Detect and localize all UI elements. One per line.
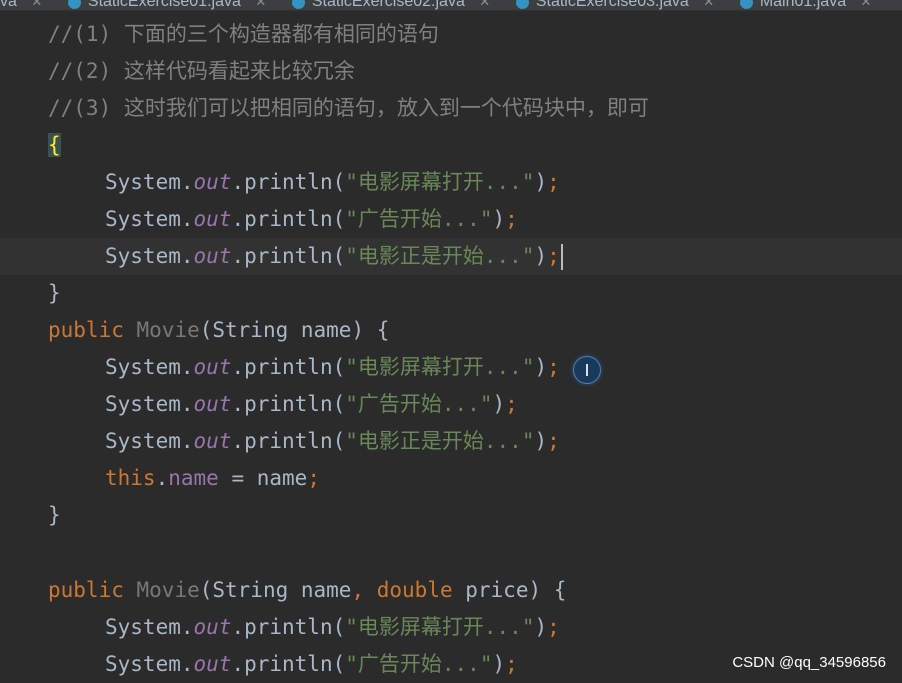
code-string: "广告开始..." [345, 652, 493, 676]
code-string: "电影屏幕打开..." [345, 170, 535, 194]
code-token: System. [105, 652, 194, 676]
matched-brace: { [48, 133, 61, 157]
code-line[interactable]: //(3) 这时我们可以把相同的语句，放入到一个代码块中，即可 [0, 90, 902, 127]
code-token: out [193, 170, 232, 194]
code-token: System. [105, 392, 194, 416]
code-line[interactable]: System.out.println("电影屏幕打开..."); [0, 349, 902, 386]
code-keyword: public [48, 318, 124, 342]
watermark: CSDN @qq_34596856 [732, 654, 886, 671]
code-token: System. [105, 244, 194, 268]
code-token: System. [105, 170, 194, 194]
code-token: ; [547, 429, 560, 453]
code-comment: //(1) 下面的三个构造器都有相同的语句 [48, 22, 439, 46]
constructor-name: Movie [136, 318, 200, 342]
code-token: (String name [199, 578, 352, 602]
code-token: ) [534, 355, 548, 379]
tab-label: StaticExercise03.java [535, 0, 689, 10]
code-token: .println( [231, 207, 346, 231]
code-keyword: double [376, 578, 453, 602]
code-token: .println( [231, 429, 346, 453]
code-token: out [193, 652, 232, 676]
code-token: ; [505, 392, 518, 416]
code-token: ; [547, 355, 560, 379]
constructor-name: Movie [136, 578, 200, 602]
code-token: out [193, 207, 232, 231]
code-keyword: public [48, 578, 124, 602]
java-class-icon [739, 0, 753, 9]
code-line[interactable]: public Movie(String name, double price) … [0, 572, 902, 609]
java-class-icon [515, 0, 529, 9]
current-code-line[interactable]: System.out.println("电影正是开始..."); [0, 238, 902, 275]
code-token: .println( [231, 355, 346, 379]
code-line[interactable]: public Movie(String name) { [0, 312, 902, 349]
code-token: out [193, 355, 232, 379]
mouse-pointer-icon [573, 356, 601, 384]
code-line[interactable]: } [0, 497, 902, 534]
code-token: } [48, 503, 61, 527]
code-token: out [193, 615, 232, 639]
code-token: . [155, 466, 169, 490]
code-token: ) [492, 392, 506, 416]
code-token: ) [534, 244, 548, 268]
code-token: out [193, 429, 232, 453]
code-token: price) { [452, 578, 567, 602]
code-string: "电影屏幕打开..." [345, 355, 535, 379]
java-class-icon [291, 0, 305, 9]
code-token: System. [105, 429, 194, 453]
code-token: , [351, 578, 377, 602]
text-cursor [560, 244, 563, 270]
code-token: out [193, 392, 232, 416]
code-comment: //(3) 这时我们可以把相同的语句，放入到一个代码块中，即可 [48, 96, 649, 120]
code-line[interactable]: System.out.println("电影屏幕打开..."); [0, 609, 902, 646]
code-token: = name [218, 466, 308, 490]
code-token: out [193, 244, 232, 268]
code-token: ; [547, 170, 560, 194]
code-token: System. [105, 615, 194, 639]
code-line[interactable]: //(1) 下面的三个构造器都有相同的语句 [0, 16, 902, 53]
code-token: System. [105, 355, 194, 379]
tab-label: va [0, 0, 17, 10]
code-string: "电影正是开始..." [345, 244, 535, 268]
code-line[interactable]: //(2) 这样代码看起来比较冗余 [0, 53, 902, 90]
code-token: ; [547, 244, 560, 268]
code-token: System. [105, 207, 194, 231]
code-line[interactable]: } [0, 275, 902, 312]
code-field: name [168, 466, 219, 490]
code-line[interactable]: System.out.println("广告开始..."); [0, 386, 902, 423]
code-token: } [48, 281, 61, 305]
code-keyword: this [105, 466, 156, 490]
code-token: ; [505, 652, 518, 676]
code-token: .println( [231, 244, 346, 268]
code-token: ; [307, 466, 320, 490]
code-token: ) [492, 652, 506, 676]
java-class-icon [67, 0, 81, 9]
code-token: ) [534, 615, 548, 639]
code-token: ; [547, 615, 560, 639]
code-line[interactable]: this.name = name; [0, 460, 902, 497]
code-line[interactable]: { [0, 127, 902, 164]
tab-label: StaticExercise02.java [311, 0, 465, 10]
code-token: .println( [231, 392, 346, 416]
code-editor[interactable]: //(1) 下面的三个构造器都有相同的语句 //(2) 这样代码看起来比较冗余 … [0, 10, 902, 681]
code-string: "广告开始..." [345, 392, 493, 416]
code-token: ) [534, 429, 548, 453]
tab-label: StaticExercise01.java [87, 0, 241, 10]
code-token: ) [492, 207, 506, 231]
code-token: (String name) { [199, 318, 390, 342]
code-token: .println( [231, 615, 346, 639]
code-line[interactable]: System.out.println("电影屏幕打开..."); [0, 164, 902, 201]
code-line[interactable]: System.out.println("电影正是开始..."); [0, 423, 902, 460]
code-token: .println( [231, 170, 346, 194]
tab-label: Main01.java [759, 0, 847, 10]
code-string: "广告开始..." [345, 207, 493, 231]
code-string: "电影正是开始..." [345, 429, 535, 453]
code-token: .println( [231, 652, 346, 676]
code-line[interactable]: System.out.println("广告开始..."); [0, 201, 902, 238]
code-comment: //(2) 这样代码看起来比较冗余 [48, 59, 355, 83]
code-string: "电影屏幕打开..." [345, 615, 535, 639]
code-token: ; [505, 207, 518, 231]
code-token: ) [534, 170, 548, 194]
